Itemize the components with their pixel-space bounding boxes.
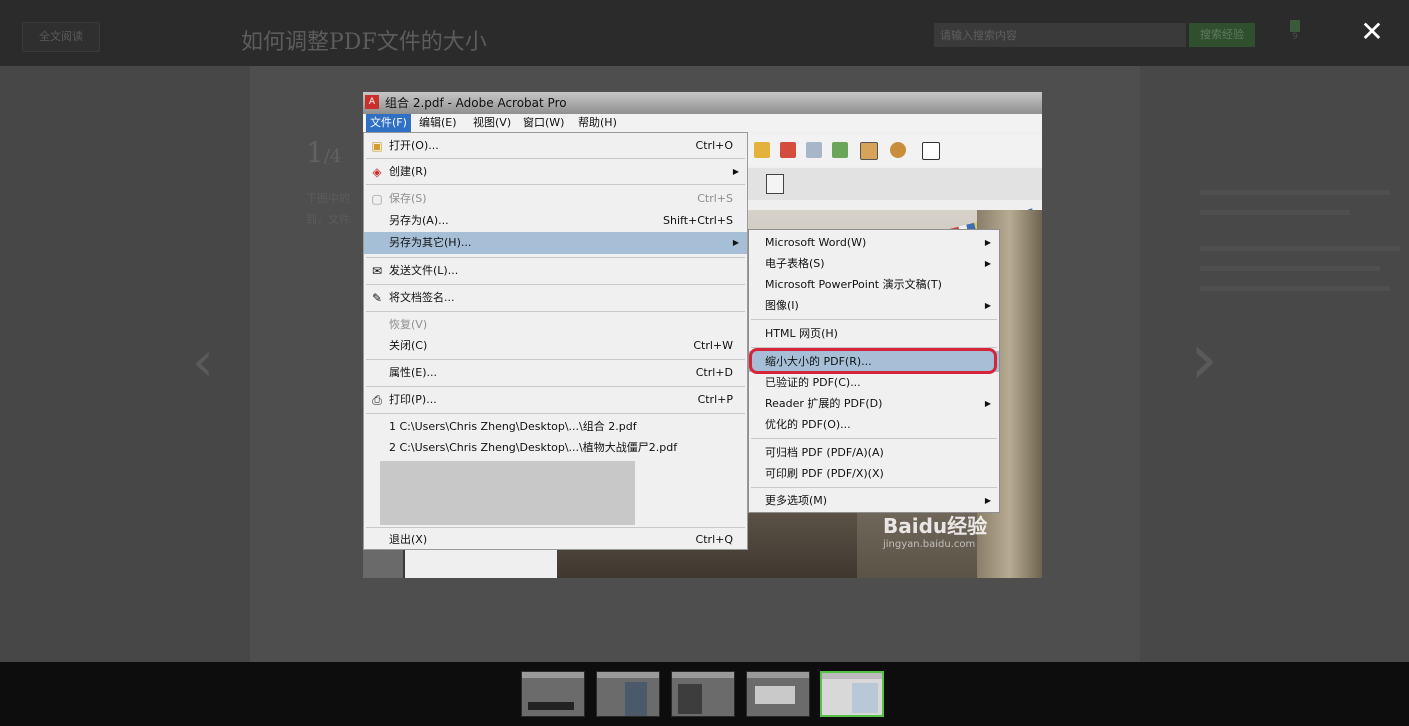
next-arrow-icon[interactable]: › bbox=[1190, 318, 1218, 400]
menu-bar: 文件(F) 编辑(E) 视图(V) 窗口(W) 帮助(H) bbox=[363, 114, 1042, 132]
submenu-item-word[interactable]: Microsoft Word(W) ▶ bbox=[749, 232, 999, 253]
submenu-item-pdfx[interactable]: 可印刷 PDF (PDF/X)(X) bbox=[749, 463, 999, 484]
step-text: 下图中的 到，文件 bbox=[306, 192, 350, 226]
printer-icon: ⎙ bbox=[372, 393, 382, 407]
envelope-icon: ✉ bbox=[371, 264, 383, 278]
step-number: 1/4 bbox=[306, 136, 342, 169]
delete-page-icon[interactable] bbox=[780, 142, 796, 158]
text-tool-icon[interactable] bbox=[922, 142, 940, 160]
thumbnail-step-4[interactable] bbox=[746, 671, 810, 717]
close-icon[interactable]: ✕ bbox=[1356, 16, 1388, 48]
submenu-item-reader-extended-pdf[interactable]: Reader 扩展的 PDF(D) ▶ bbox=[749, 393, 999, 414]
menu-item-revert: 恢复(V) bbox=[389, 318, 428, 331]
like-button[interactable]: 9 bbox=[1288, 20, 1302, 46]
thumbnail-step-1[interactable] bbox=[521, 671, 585, 717]
menu-item-create[interactable]: ◈ 创建(R) ▶ bbox=[364, 161, 747, 183]
insert-page-icon[interactable] bbox=[832, 142, 848, 158]
search-button[interactable]: 搜索经验 bbox=[1189, 23, 1255, 47]
submenu-item-pdfa[interactable]: 可归档 PDF (PDF/A)(A) bbox=[749, 442, 999, 463]
submenu-arrow-icon: ▶ bbox=[732, 167, 739, 176]
pdf-icon: A bbox=[365, 95, 379, 109]
menu-item-exit[interactable]: 退出(X) Ctrl+Q bbox=[364, 529, 747, 551]
menu-item-save: ▢ 保存(S) Ctrl+S bbox=[371, 192, 733, 206]
secondary-toolbar bbox=[748, 168, 1042, 200]
submenu-item-powerpoint[interactable]: Microsoft PowerPoint 演示文稿(T) bbox=[749, 274, 999, 295]
menu-window[interactable]: 窗口(W) bbox=[519, 114, 568, 132]
watermark: Baidu经验 jingyan.baidu.com bbox=[883, 514, 988, 550]
thumbnail-step-5[interactable] bbox=[820, 671, 884, 717]
submenu-item-optimized-pdf[interactable]: 优化的 PDF(O)... bbox=[749, 414, 999, 435]
thumbnail-step-3[interactable] bbox=[671, 671, 735, 717]
submenu-item-image[interactable]: 图像(I) ▶ bbox=[749, 295, 999, 316]
sign-icon: ✎ bbox=[371, 291, 383, 305]
step-screenshot: A 组合 2.pdf - Adobe Acrobat Pro 文件(F) 编辑(… bbox=[363, 92, 1042, 578]
form-icon[interactable] bbox=[860, 142, 878, 160]
pen-icon[interactable] bbox=[754, 142, 770, 158]
submenu-item-spreadsheet[interactable]: 电子表格(S) ▶ bbox=[749, 253, 999, 274]
menu-item-save-as-other[interactable]: 另存为其它(H)... ▶ bbox=[364, 232, 747, 254]
menu-item-properties[interactable]: 属性(E)... Ctrl+D bbox=[364, 362, 747, 384]
open-folder-icon: ▣ bbox=[371, 139, 383, 153]
create-pdf-icon: ◈ bbox=[372, 165, 382, 179]
blank-area bbox=[380, 461, 635, 525]
menu-item-send-file[interactable]: ✉ 发送文件(L)... bbox=[364, 260, 747, 282]
prev-arrow-icon[interactable]: ‹ bbox=[192, 330, 214, 393]
top-bar: 全文阅读 如何调整PDF文件的大小 搜索经验 9 ✕ bbox=[0, 0, 1409, 66]
fit-page-icon[interactable] bbox=[766, 174, 784, 194]
like-count: 9 bbox=[1292, 32, 1298, 42]
toolbar bbox=[748, 134, 1042, 166]
menu-item-sign-document[interactable]: ✎ 将文档签名... bbox=[364, 287, 747, 309]
menu-edit[interactable]: 编辑(E) bbox=[415, 114, 461, 132]
side-panel bbox=[1140, 66, 1409, 662]
menu-item-recent-1[interactable]: 1 C:\Users\Chris Zheng\Desktop\...\组合 2.… bbox=[364, 416, 747, 438]
menu-item-open[interactable]: ▣ 打开(O)... Ctrl+O bbox=[364, 135, 747, 157]
extract-page-icon[interactable] bbox=[806, 142, 822, 158]
submenu-item-html[interactable]: HTML 网页(H) bbox=[749, 323, 999, 344]
submenu-arrow-icon: ▶ bbox=[732, 238, 739, 247]
menu-help[interactable]: 帮助(H) bbox=[574, 114, 621, 132]
file-menu: ▣ 打开(O)... Ctrl+O ◈ 创建(R) ▶ ▢ 保存(S) Ctrl… bbox=[363, 132, 748, 550]
full-read-button[interactable]: 全文阅读 bbox=[22, 22, 100, 52]
thumbnail-step-2[interactable] bbox=[596, 671, 660, 717]
menu-item-recent-2[interactable]: 2 C:\Users\Chris Zheng\Desktop\...\植物大战僵… bbox=[364, 437, 747, 459]
search-input[interactable] bbox=[934, 23, 1186, 47]
menu-view[interactable]: 视图(V) bbox=[469, 114, 515, 132]
window-title-bar: A 组合 2.pdf - Adobe Acrobat Pro bbox=[363, 92, 1042, 114]
menu-item-save-as[interactable]: 另存为(A)... Shift+Ctrl+S bbox=[364, 210, 747, 232]
menu-item-print[interactable]: ⎙ 打印(P)... Ctrl+P bbox=[364, 389, 747, 411]
save-icon: ▢ bbox=[371, 192, 383, 206]
stamp-icon[interactable] bbox=[890, 142, 906, 158]
highlight-circle bbox=[749, 348, 997, 374]
menu-item-close[interactable]: 关闭(C) Ctrl+W bbox=[364, 335, 747, 357]
menu-file[interactable]: 文件(F) bbox=[366, 114, 411, 132]
panel-divider bbox=[403, 548, 405, 578]
page-title: 如何调整PDF文件的大小 bbox=[241, 30, 487, 55]
thumbs-up-icon bbox=[1290, 20, 1300, 32]
submenu-item-more-options[interactable]: 更多选项(M) ▶ bbox=[749, 490, 999, 511]
submenu-item-certified-pdf[interactable]: 已验证的 PDF(C)... bbox=[749, 372, 999, 393]
